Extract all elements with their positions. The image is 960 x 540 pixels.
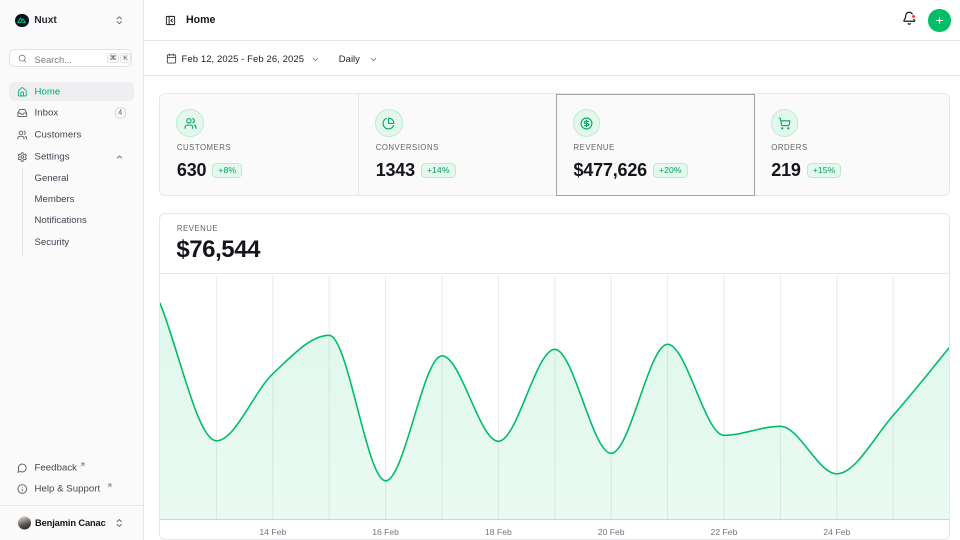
- svg-text:22 Feb: 22 Feb: [711, 527, 738, 537]
- svg-text:18 Feb: 18 Feb: [485, 527, 512, 537]
- svg-text:14 Feb: 14 Feb: [260, 527, 287, 537]
- svg-text:24 Feb: 24 Feb: [824, 527, 851, 537]
- svg-text:16 Feb: 16 Feb: [373, 527, 400, 537]
- svg-text:20 Feb: 20 Feb: [598, 527, 625, 537]
